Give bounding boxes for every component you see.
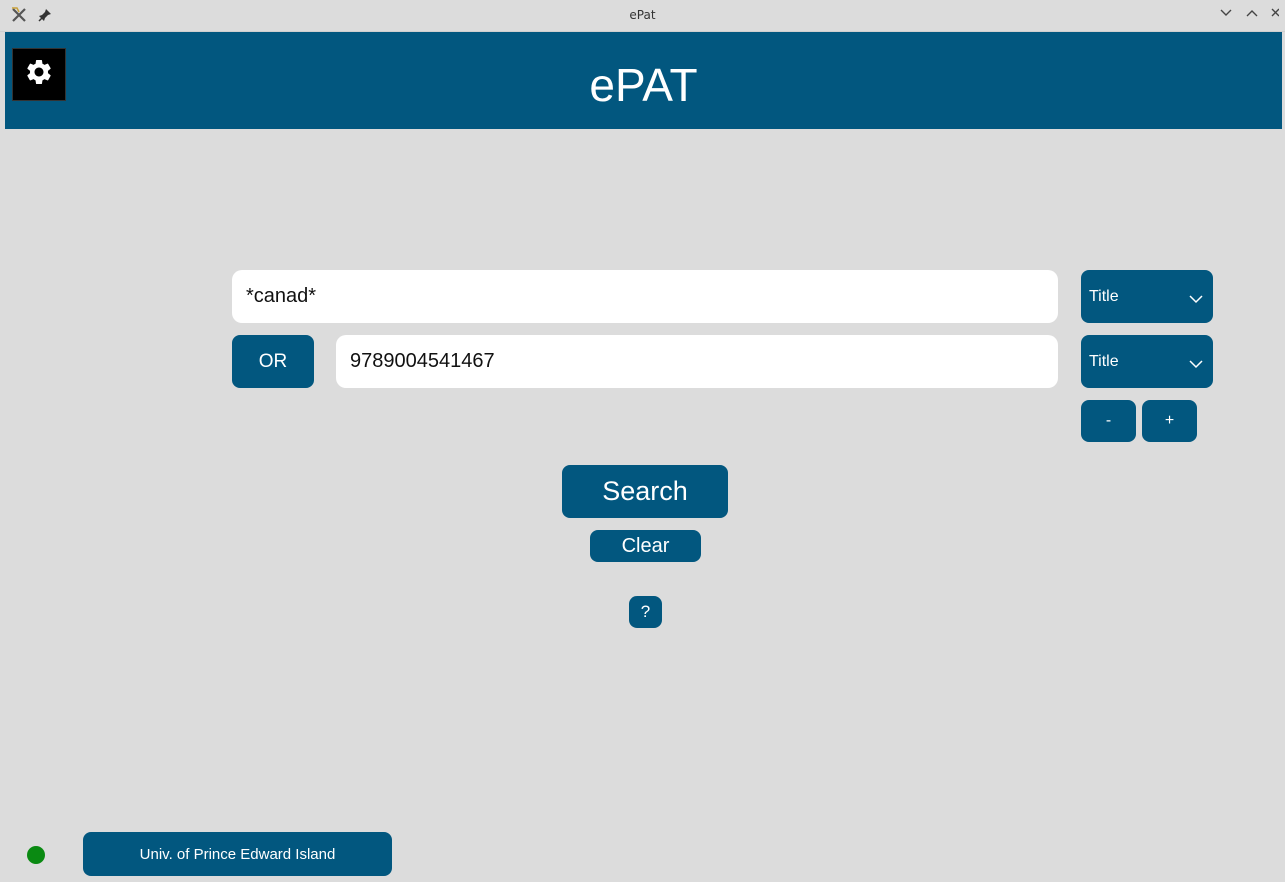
chevron-down-icon <box>1189 291 1203 309</box>
window-title: ePat <box>629 8 656 22</box>
app-title: ePAT <box>589 59 698 111</box>
search-input-2[interactable] <box>336 335 1058 388</box>
titlebar-right-controls <box>1219 6 1279 20</box>
maximize-icon[interactable] <box>1245 6 1259 20</box>
help-button[interactable]: ? <box>629 596 662 628</box>
field-select-1[interactable]: Title <box>1081 270 1213 323</box>
operator-button[interactable]: OR <box>232 335 314 388</box>
field-select-2[interactable]: Title <box>1081 335 1213 388</box>
field-select-2-label: Title <box>1089 353 1119 370</box>
connection-status-indicator <box>27 846 45 864</box>
search-button[interactable]: Search <box>562 465 728 518</box>
add-row-button[interactable]: + <box>1142 400 1197 442</box>
remove-row-button[interactable]: - <box>1081 400 1136 442</box>
field-select-1-label: Title <box>1089 288 1119 305</box>
search-input-1[interactable] <box>232 270 1058 323</box>
chevron-down-icon <box>1189 356 1203 374</box>
app-header: ePAT <box>5 32 1282 129</box>
window-titlebar: ePat <box>0 0 1285 32</box>
minimize-icon[interactable] <box>1219 6 1233 20</box>
close-icon[interactable] <box>1271 6 1279 20</box>
clear-button[interactable]: Clear <box>590 530 701 562</box>
institution-button[interactable]: Univ. of Prince Edward Island <box>83 832 392 876</box>
